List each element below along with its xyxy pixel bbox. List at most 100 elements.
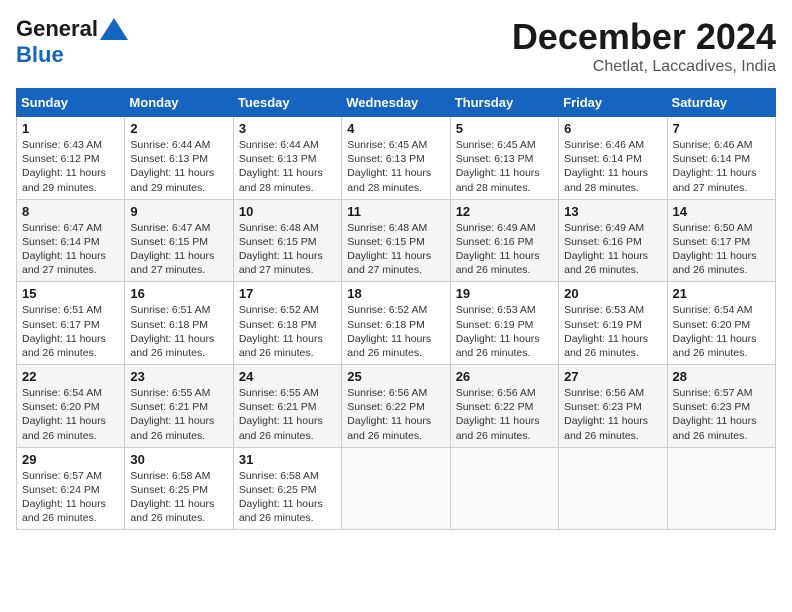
weekday-header-row: SundayMondayTuesdayWednesdayThursdayFrid…	[17, 89, 776, 117]
day-number: 2	[130, 121, 227, 136]
day-number: 27	[564, 369, 661, 384]
logo: General Blue	[16, 16, 128, 68]
calendar-day-cell: 8 Sunrise: 6:47 AM Sunset: 6:14 PM Daylig…	[17, 199, 125, 282]
day-number: 31	[239, 452, 336, 467]
calendar-body: 1 Sunrise: 6:43 AM Sunset: 6:12 PM Daylig…	[17, 117, 776, 530]
calendar-day-cell: 15Sunrise: 6:51 AM Sunset: 6:17 PM Dayli…	[17, 282, 125, 365]
day-info: Sunrise: 6:54 AM Sunset: 6:20 PM Dayligh…	[673, 303, 770, 360]
weekday-header-cell: Sunday	[17, 89, 125, 117]
weekday-header-cell: Friday	[559, 89, 667, 117]
day-info: Sunrise: 6:51 AM Sunset: 6:18 PM Dayligh…	[130, 303, 227, 360]
day-info: Sunrise: 6:54 AM Sunset: 6:20 PM Dayligh…	[22, 386, 119, 443]
day-info: Sunrise: 6:47 AM Sunset: 6:14 PM Dayligh…	[22, 221, 119, 278]
day-number: 28	[673, 369, 770, 384]
day-number: 23	[130, 369, 227, 384]
calendar-day-cell: 22 Sunrise: 6:54 AM Sunset: 6:20 PM Dayli…	[17, 365, 125, 448]
logo-text-general: General	[16, 16, 98, 42]
weekday-header-cell: Saturday	[667, 89, 775, 117]
day-info: Sunrise: 6:46 AM Sunset: 6:14 PM Dayligh…	[564, 138, 661, 195]
day-number: 12	[456, 204, 553, 219]
day-number: 13	[564, 204, 661, 219]
calendar-day-cell: 24 Sunrise: 6:55 AM Sunset: 6:21 PM Dayli…	[233, 365, 341, 448]
calendar-day-cell: 31 Sunrise: 6:58 AM Sunset: 6:25 PM Dayli…	[233, 447, 341, 530]
day-number: 26	[456, 369, 553, 384]
calendar-day-cell: 3 Sunrise: 6:44 AM Sunset: 6:13 PM Daylig…	[233, 117, 341, 200]
calendar-day-cell: 2 Sunrise: 6:44 AM Sunset: 6:13 PM Daylig…	[125, 117, 233, 200]
day-info: Sunrise: 6:48 AM Sunset: 6:15 PM Dayligh…	[239, 221, 336, 278]
calendar-day-cell: 28 Sunrise: 6:57 AM Sunset: 6:23 PM Dayli…	[667, 365, 775, 448]
calendar-table: SundayMondayTuesdayWednesdayThursdayFrid…	[16, 88, 776, 530]
calendar-day-cell: 25 Sunrise: 6:56 AM Sunset: 6:22 PM Dayli…	[342, 365, 450, 448]
day-info: Sunrise: 6:45 AM Sunset: 6:13 PM Dayligh…	[456, 138, 553, 195]
calendar-day-cell: 18Sunrise: 6:52 AM Sunset: 6:18 PM Dayli…	[342, 282, 450, 365]
calendar-day-cell: 27 Sunrise: 6:56 AM Sunset: 6:23 PM Dayli…	[559, 365, 667, 448]
day-info: Sunrise: 6:43 AM Sunset: 6:12 PM Dayligh…	[22, 138, 119, 195]
day-number: 11	[347, 204, 444, 219]
day-number: 25	[347, 369, 444, 384]
day-number: 30	[130, 452, 227, 467]
day-number: 8	[22, 204, 119, 219]
day-number: 3	[239, 121, 336, 136]
header: General Blue December 2024 Chetlat, Lacc…	[16, 16, 776, 76]
calendar-day-cell: 14 Sunrise: 6:50 AM Sunset: 6:17 PM Dayli…	[667, 199, 775, 282]
day-number: 22	[22, 369, 119, 384]
day-number: 18	[347, 286, 444, 301]
calendar-day-cell: 21 Sunrise: 6:54 AM Sunset: 6:20 PM Dayli…	[667, 282, 775, 365]
day-info: Sunrise: 6:46 AM Sunset: 6:14 PM Dayligh…	[673, 138, 770, 195]
title-area: December 2024 Chetlat, Laccadives, India	[512, 16, 776, 76]
day-info: Sunrise: 6:58 AM Sunset: 6:25 PM Dayligh…	[130, 469, 227, 526]
calendar-day-cell: 5Sunrise: 6:45 AM Sunset: 6:13 PM Daylig…	[450, 117, 558, 200]
calendar-day-cell: 9 Sunrise: 6:47 AM Sunset: 6:15 PM Daylig…	[125, 199, 233, 282]
calendar-week-row: 15Sunrise: 6:51 AM Sunset: 6:17 PM Dayli…	[17, 282, 776, 365]
weekday-header-cell: Tuesday	[233, 89, 341, 117]
day-info: Sunrise: 6:51 AM Sunset: 6:17 PM Dayligh…	[22, 303, 119, 360]
calendar-day-cell: 20 Sunrise: 6:53 AM Sunset: 6:19 PM Dayli…	[559, 282, 667, 365]
day-info: Sunrise: 6:50 AM Sunset: 6:17 PM Dayligh…	[673, 221, 770, 278]
day-info: Sunrise: 6:56 AM Sunset: 6:22 PM Dayligh…	[347, 386, 444, 443]
day-info: Sunrise: 6:49 AM Sunset: 6:16 PM Dayligh…	[564, 221, 661, 278]
day-number: 1	[22, 121, 119, 136]
logo-text-blue: Blue	[16, 42, 64, 67]
calendar-day-cell: 16 Sunrise: 6:51 AM Sunset: 6:18 PM Dayli…	[125, 282, 233, 365]
day-number: 10	[239, 204, 336, 219]
day-number: 6	[564, 121, 661, 136]
day-number: 20	[564, 286, 661, 301]
calendar-day-cell: 23Sunrise: 6:55 AM Sunset: 6:21 PM Dayli…	[125, 365, 233, 448]
day-number: 14	[673, 204, 770, 219]
day-info: Sunrise: 6:45 AM Sunset: 6:13 PM Dayligh…	[347, 138, 444, 195]
day-info: Sunrise: 6:58 AM Sunset: 6:25 PM Dayligh…	[239, 469, 336, 526]
month-title: December 2024	[512, 16, 776, 58]
calendar-week-row: 22 Sunrise: 6:54 AM Sunset: 6:20 PM Dayli…	[17, 365, 776, 448]
day-info: Sunrise: 6:53 AM Sunset: 6:19 PM Dayligh…	[564, 303, 661, 360]
day-number: 16	[130, 286, 227, 301]
day-number: 19	[456, 286, 553, 301]
calendar-day-cell: 12 Sunrise: 6:49 AM Sunset: 6:16 PM Dayli…	[450, 199, 558, 282]
day-info: Sunrise: 6:44 AM Sunset: 6:13 PM Dayligh…	[130, 138, 227, 195]
calendar-day-cell: 7Sunrise: 6:46 AM Sunset: 6:14 PM Daylig…	[667, 117, 775, 200]
day-info: Sunrise: 6:47 AM Sunset: 6:15 PM Dayligh…	[130, 221, 227, 278]
logo-icon	[100, 18, 128, 40]
day-info: Sunrise: 6:48 AM Sunset: 6:15 PM Dayligh…	[347, 221, 444, 278]
day-info: Sunrise: 6:56 AM Sunset: 6:22 PM Dayligh…	[456, 386, 553, 443]
weekday-header-cell: Monday	[125, 89, 233, 117]
day-info: Sunrise: 6:44 AM Sunset: 6:13 PM Dayligh…	[239, 138, 336, 195]
calendar-day-cell: 29Sunrise: 6:57 AM Sunset: 6:24 PM Dayli…	[17, 447, 125, 530]
day-info: Sunrise: 6:49 AM Sunset: 6:16 PM Dayligh…	[456, 221, 553, 278]
day-info: Sunrise: 6:57 AM Sunset: 6:23 PM Dayligh…	[673, 386, 770, 443]
calendar-week-row: 8 Sunrise: 6:47 AM Sunset: 6:14 PM Daylig…	[17, 199, 776, 282]
day-number: 4	[347, 121, 444, 136]
calendar-day-cell: 19 Sunrise: 6:53 AM Sunset: 6:19 PM Dayli…	[450, 282, 558, 365]
day-info: Sunrise: 6:55 AM Sunset: 6:21 PM Dayligh…	[239, 386, 336, 443]
calendar-day-cell	[342, 447, 450, 530]
day-info: Sunrise: 6:56 AM Sunset: 6:23 PM Dayligh…	[564, 386, 661, 443]
day-number: 29	[22, 452, 119, 467]
day-number: 24	[239, 369, 336, 384]
day-number: 21	[673, 286, 770, 301]
day-info: Sunrise: 6:53 AM Sunset: 6:19 PM Dayligh…	[456, 303, 553, 360]
calendar-day-cell: 6 Sunrise: 6:46 AM Sunset: 6:14 PM Daylig…	[559, 117, 667, 200]
day-number: 17	[239, 286, 336, 301]
calendar-day-cell: 11 Sunrise: 6:48 AM Sunset: 6:15 PM Dayli…	[342, 199, 450, 282]
day-info: Sunrise: 6:52 AM Sunset: 6:18 PM Dayligh…	[239, 303, 336, 360]
calendar-day-cell	[450, 447, 558, 530]
day-number: 9	[130, 204, 227, 219]
